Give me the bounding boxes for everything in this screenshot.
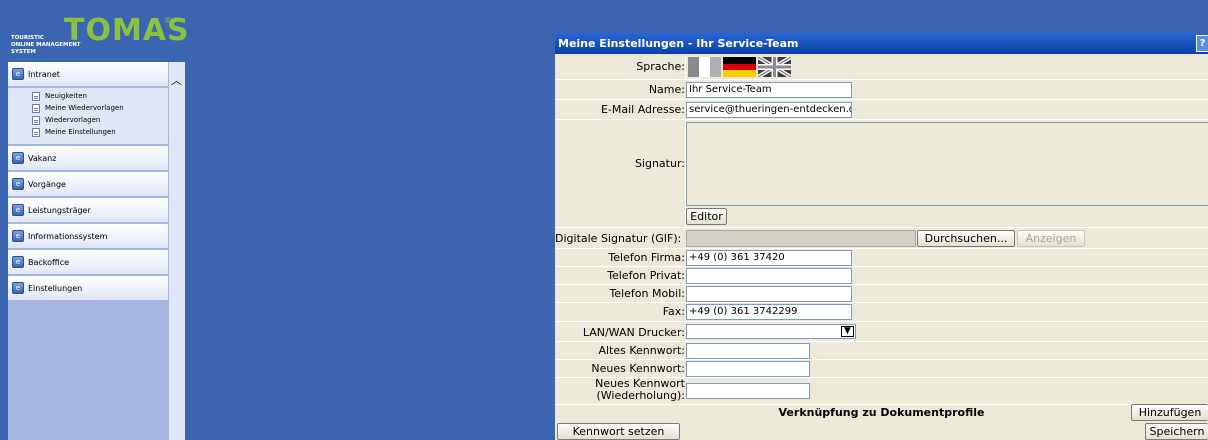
- language-label: Sprache:: [636, 60, 685, 73]
- document-icon: [32, 91, 40, 101]
- sidebar-item-meine-einstellungen[interactable]: Meine Einstellungen: [32, 126, 168, 138]
- fax-row: Fax: +49 (0) 361 3742299: [555, 303, 1208, 322]
- logo-registered-mark: ®: [164, 16, 172, 25]
- save-button[interactable]: Speichern: [1145, 423, 1208, 440]
- email-label: E-Mail Adresse:: [600, 103, 685, 116]
- set-password-button[interactable]: Kennwort setzen: [557, 423, 680, 440]
- globe-icon: e: [12, 68, 24, 80]
- signature-row: Signatur: Editor: [555, 120, 1208, 228]
- sidebar-section-einstellungen[interactable]: e Einstellungen: [8, 276, 168, 302]
- globe-icon: e: [12, 256, 24, 268]
- phone-private-label: Telefon Privat:: [607, 269, 685, 282]
- email-row: E-Mail Adresse: service@thueringen-entde…: [555, 100, 1208, 120]
- name-label: Name:: [648, 83, 685, 96]
- sidebar-item-label: Neuigkeiten: [45, 92, 87, 100]
- digital-signature-label: Digitale Signatur (GIF):: [555, 232, 682, 245]
- intranet-submenu: Neuigkeiten Meine Wiedervorlagen Wiederv…: [8, 88, 168, 146]
- digital-signature-row: Digitale Signatur (GIF): Durchsuchen... …: [555, 228, 1208, 249]
- language-row: Sprache:: [555, 54, 1208, 80]
- phone-mobile-row: Telefon Mobil:: [555, 285, 1208, 303]
- dialog-titlebar: Meine Einstellungen - Ihr Service-Team ?: [555, 33, 1208, 54]
- sidebar-section-label: Backoffice: [28, 257, 70, 267]
- globe-icon: e: [12, 230, 24, 242]
- phone-private-row: Telefon Privat:: [555, 267, 1208, 285]
- sidebar-section-label: Informationssystem: [28, 231, 108, 241]
- document-icon: [32, 115, 40, 125]
- doc-profile-heading: Verknüpfung zu Dokumentprofile: [778, 406, 985, 419]
- sidebar-item-neuigkeiten[interactable]: Neuigkeiten: [32, 90, 168, 102]
- sidebar-section-vorgaenge[interactable]: e Vorgänge: [8, 172, 168, 198]
- flag-germany-icon[interactable]: [723, 57, 756, 77]
- fax-input[interactable]: +49 (0) 361 3742299: [686, 304, 852, 320]
- phone-mobile-input[interactable]: [686, 286, 852, 302]
- tomas-logo: TOMAS ® TOURISTIC ONLINE MANAGEMENT SYST…: [8, 8, 189, 62]
- browse-button[interactable]: Durchsuchen...: [917, 230, 1015, 247]
- sidebar-section-intranet[interactable]: e Intranet: [8, 62, 168, 88]
- dialog-title: Meine Einstellungen - Ihr Service-Team: [558, 37, 799, 50]
- phone-company-input[interactable]: +49 (0) 361 37420: [686, 250, 852, 266]
- sidebar-section-backoffice[interactable]: e Backoffice: [8, 250, 168, 276]
- sidebar-section-vakanz[interactable]: e Vakanz: [8, 146, 168, 172]
- doc-profile-row: Verknüpfung zu Dokumentprofile: [555, 405, 1208, 421]
- fax-label: Fax:: [662, 305, 685, 318]
- signature-textarea[interactable]: [686, 122, 1208, 206]
- name-row: Name: Ihr Service-Team: [555, 80, 1208, 100]
- sidebar-item-wiedervorlagen[interactable]: Wiedervorlagen: [32, 114, 168, 126]
- document-icon: [32, 103, 40, 113]
- name-input[interactable]: Ihr Service-Team: [686, 82, 852, 98]
- settings-dialog: Meine Einstellungen - Ihr Service-Team ?…: [555, 33, 1208, 440]
- globe-icon: e: [12, 178, 24, 190]
- sidebar: TOMAS ® TOURISTIC ONLINE MANAGEMENT SYST…: [8, 8, 189, 440]
- sidebar-scrollbar[interactable]: ︿: [168, 62, 185, 440]
- chevron-down-icon[interactable]: ▼: [841, 326, 854, 337]
- phone-private-input[interactable]: [686, 268, 852, 284]
- editor-button[interactable]: Editor: [686, 208, 727, 225]
- printer-row: LAN/WAN Drucker: ▼: [555, 322, 1208, 342]
- document-icon: [32, 127, 40, 137]
- new-password-label: Neues Kennwort:: [591, 362, 685, 375]
- phone-company-label: Telefon Firma:: [608, 251, 685, 264]
- sidebar-item-label: Meine Einstellungen: [45, 128, 116, 136]
- show-button[interactable]: Anzeigen: [1017, 230, 1085, 247]
- sidebar-section-label: Vakanz: [28, 153, 57, 163]
- add-button[interactable]: Hinzufügen: [1131, 404, 1208, 421]
- logo-tagline: TOURISTIC ONLINE MANAGEMENT SYSTEM: [11, 35, 81, 55]
- sidebar-item-label: Wiedervorlagen: [45, 116, 101, 124]
- digital-signature-file-input[interactable]: [686, 230, 916, 247]
- globe-icon: e: [12, 152, 24, 164]
- new-password-row: Neues Kennwort:: [555, 360, 1208, 378]
- old-password-label: Altes Kennwort:: [598, 344, 685, 357]
- printer-label: LAN/WAN Drucker:: [582, 326, 685, 339]
- chevron-up-icon[interactable]: ︿: [171, 72, 182, 88]
- help-button[interactable]: ?: [1196, 35, 1208, 52]
- globe-icon: e: [12, 282, 24, 294]
- old-password-row: Altes Kennwort:: [555, 342, 1208, 360]
- new-password-repeat-label: Neues Kennwort (Wiederholung):: [595, 377, 685, 402]
- flag-uk-icon[interactable]: [758, 57, 791, 77]
- email-input[interactable]: service@thueringen-entdecken.d: [686, 102, 852, 118]
- sidebar-item-meine-wiedervorlagen[interactable]: Meine Wiedervorlagen: [32, 102, 168, 114]
- new-password-input[interactable]: [686, 361, 810, 377]
- sidebar-section-informationssystem[interactable]: e Informationssystem: [8, 224, 168, 250]
- sidebar-item-label: Meine Wiedervorlagen: [45, 104, 124, 112]
- sidebar-section-label: Intranet: [28, 69, 60, 79]
- divider: [685, 54, 686, 79]
- sidebar-section-leistungstraeger[interactable]: e Leistungsträger: [8, 198, 168, 224]
- new-password-repeat-row: Neues Kennwort (Wiederholung):: [555, 378, 1208, 405]
- printer-select[interactable]: ▼: [686, 324, 856, 339]
- sidebar-section-label: Einstellungen: [28, 283, 83, 293]
- signature-label: Signatur:: [634, 157, 685, 170]
- globe-icon: e: [12, 204, 24, 216]
- sidebar-section-label: Vorgänge: [28, 179, 66, 189]
- phone-mobile-label: Telefon Mobil:: [609, 287, 685, 300]
- sidebar-section-label: Leistungsträger: [28, 205, 91, 215]
- sidebar-nav: e Intranet Neuigkeiten Meine Wiedervorla…: [8, 62, 168, 302]
- phone-company-row: Telefon Firma: +49 (0) 361 37420: [555, 249, 1208, 267]
- new-password-repeat-input[interactable]: [686, 383, 810, 399]
- flag-italy-icon[interactable]: [688, 57, 721, 77]
- old-password-input[interactable]: [686, 343, 810, 359]
